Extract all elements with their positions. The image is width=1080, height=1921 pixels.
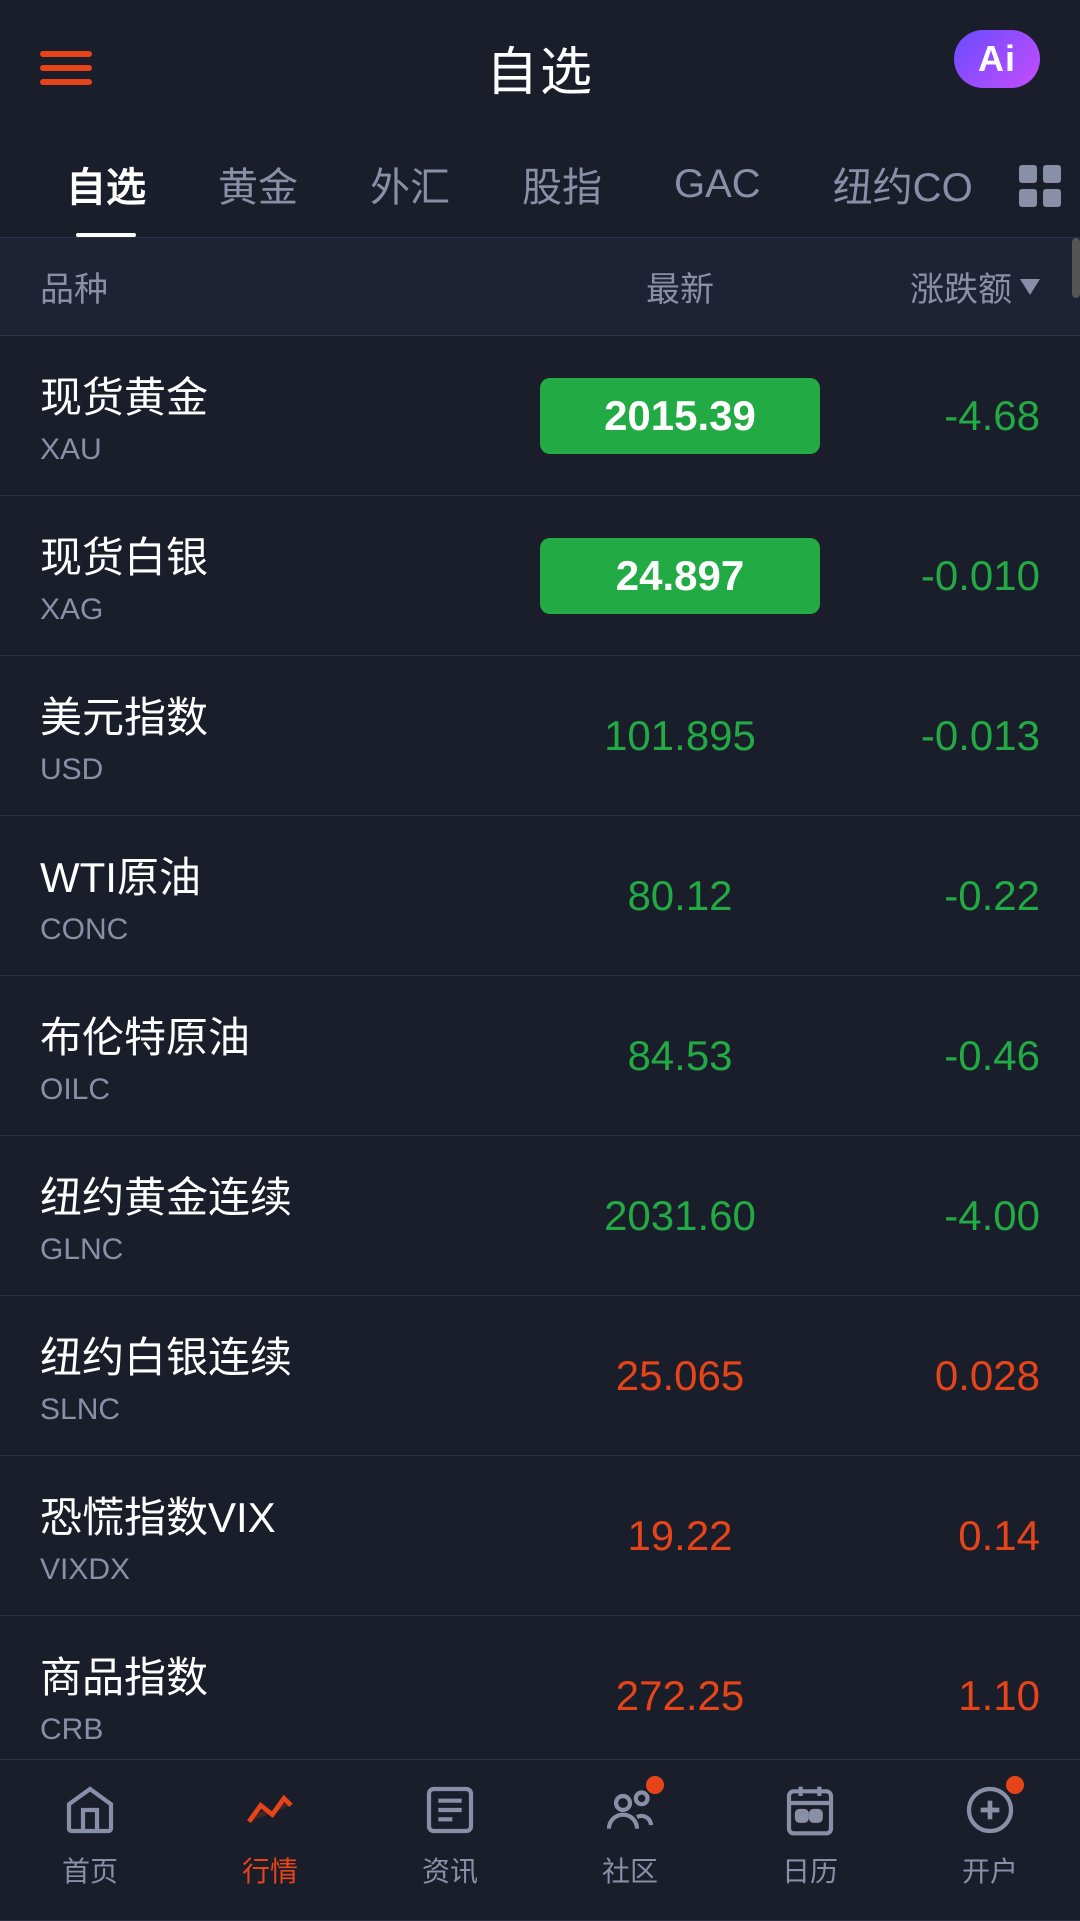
tab-huangjin[interactable]: 黄金 bbox=[182, 135, 334, 237]
col-change-header: 涨跌额 bbox=[820, 262, 1040, 311]
row-name-en: SLNC bbox=[40, 1393, 540, 1427]
tab-zixuan[interactable]: 自选 bbox=[30, 135, 182, 237]
calendar-icon bbox=[780, 1780, 840, 1840]
row-latest: 80.12 bbox=[540, 872, 820, 920]
col-name-header: 品种 bbox=[40, 262, 540, 311]
page-title: 自选 bbox=[486, 30, 594, 105]
nav-item-calendar[interactable]: 日历 bbox=[720, 1780, 900, 1890]
table-row[interactable]: 现货白银 XAG 24.897 -0.010 bbox=[0, 496, 1080, 656]
row-name-en: USD bbox=[40, 753, 540, 787]
menu-button[interactable] bbox=[40, 51, 92, 85]
nav-item-home[interactable]: 首页 bbox=[0, 1780, 180, 1890]
row-change: -0.013 bbox=[820, 712, 1040, 760]
row-name-zh: WTI原油 bbox=[40, 844, 540, 905]
table-row[interactable]: 纽约白银连续 SLNC 25.065 0.028 bbox=[0, 1296, 1080, 1456]
tab-waihui[interactable]: 外汇 bbox=[334, 135, 486, 237]
nav-tabs: 自选 黄金 外汇 股指 GAC 纽约CO bbox=[0, 125, 1080, 238]
row-info: 现货黄金 XAU bbox=[40, 364, 540, 467]
row-name-zh: 美元指数 bbox=[40, 684, 540, 745]
row-latest: 24.897 bbox=[540, 538, 820, 614]
tab-gac[interactable]: GAC bbox=[638, 142, 797, 231]
tab-niuyueco[interactable]: 纽约CO bbox=[797, 135, 1009, 237]
row-name-en: GLNC bbox=[40, 1233, 540, 1267]
row-latest: 84.53 bbox=[540, 1032, 820, 1080]
ai-badge[interactable]: Ai bbox=[954, 30, 1040, 88]
community-badge bbox=[646, 1776, 664, 1794]
table-header: 品种 最新 涨跌额 bbox=[0, 238, 1080, 336]
row-latest: 2031.60 bbox=[540, 1192, 820, 1240]
row-name-en: CRB bbox=[40, 1713, 540, 1747]
table-row[interactable]: 纽约黄金连续 GLNC 2031.60 -4.00 bbox=[0, 1136, 1080, 1296]
calendar-label: 日历 bbox=[782, 1850, 838, 1890]
account-icon bbox=[960, 1780, 1020, 1840]
row-change: 0.028 bbox=[820, 1352, 1040, 1400]
market-label: 行情 bbox=[242, 1850, 298, 1890]
row-latest: 2015.39 bbox=[540, 378, 820, 454]
nav-item-community[interactable]: 社区 bbox=[540, 1780, 720, 1890]
news-label: 资讯 bbox=[422, 1850, 478, 1890]
row-name-zh: 现货白银 bbox=[40, 524, 540, 585]
row-info: 现货白银 XAG bbox=[40, 524, 540, 627]
row-change: -0.46 bbox=[820, 1032, 1040, 1080]
nav-item-news[interactable]: 资讯 bbox=[360, 1780, 540, 1890]
row-info: 商品指数 CRB bbox=[40, 1644, 540, 1747]
row-name-en: VIXDX bbox=[40, 1553, 540, 1587]
row-latest: 25.065 bbox=[540, 1352, 820, 1400]
table-body: 现货黄金 XAU 2015.39 -4.68 现货白银 XAG 24.897 -… bbox=[0, 336, 1080, 1921]
bottom-nav: 首页 行情 资讯 bbox=[0, 1759, 1080, 1920]
row-name-en: XAU bbox=[40, 433, 540, 467]
row-name-en: XAG bbox=[40, 593, 540, 627]
scrollbar[interactable] bbox=[1072, 238, 1080, 298]
community-label: 社区 bbox=[602, 1850, 658, 1890]
table-row[interactable]: 恐慌指数VIX VIXDX 19.22 0.14 bbox=[0, 1456, 1080, 1616]
row-change: 1.10 bbox=[820, 1672, 1040, 1720]
row-info: WTI原油 CONC bbox=[40, 844, 540, 947]
row-name-zh: 纽约白银连续 bbox=[40, 1324, 540, 1385]
home-label: 首页 bbox=[62, 1850, 118, 1890]
row-info: 纽约黄金连续 GLNC bbox=[40, 1164, 540, 1267]
account-badge bbox=[1006, 1776, 1024, 1794]
row-change: -0.22 bbox=[820, 872, 1040, 920]
tab-guzhi[interactable]: 股指 bbox=[486, 135, 638, 237]
row-latest: 19.22 bbox=[540, 1512, 820, 1560]
news-icon bbox=[420, 1780, 480, 1840]
row-change: -0.010 bbox=[820, 552, 1040, 600]
nav-item-account[interactable]: 开户 bbox=[900, 1780, 1080, 1890]
header: 自选 Ai bbox=[0, 0, 1080, 125]
row-latest: 101.895 bbox=[540, 712, 820, 760]
community-icon bbox=[600, 1780, 660, 1840]
row-change: -4.68 bbox=[820, 392, 1040, 440]
table-row[interactable]: WTI原油 CONC 80.12 -0.22 bbox=[0, 816, 1080, 976]
sort-icon[interactable] bbox=[1020, 279, 1040, 295]
row-name-zh: 现货黄金 bbox=[40, 364, 540, 425]
row-info: 美元指数 USD bbox=[40, 684, 540, 787]
table-row[interactable]: 商品指数 CRB 272.25 1.10 bbox=[0, 1616, 1080, 1776]
grid-view-button[interactable] bbox=[1009, 155, 1071, 217]
row-name-en: CONC bbox=[40, 913, 540, 947]
home-icon bbox=[60, 1780, 120, 1840]
table-row[interactable]: 现货黄金 XAU 2015.39 -4.68 bbox=[0, 336, 1080, 496]
row-latest: 272.25 bbox=[540, 1672, 820, 1720]
row-name-zh: 恐慌指数VIX bbox=[40, 1484, 540, 1545]
row-name-zh: 纽约黄金连续 bbox=[40, 1164, 540, 1225]
row-name-zh: 商品指数 bbox=[40, 1644, 540, 1705]
account-label: 开户 bbox=[962, 1850, 1018, 1890]
table-row[interactable]: 布伦特原油 OILC 84.53 -0.46 bbox=[0, 976, 1080, 1136]
row-name-zh: 布伦特原油 bbox=[40, 1004, 540, 1065]
col-latest-header: 最新 bbox=[540, 262, 820, 311]
row-name-en: OILC bbox=[40, 1073, 540, 1107]
chart-icon bbox=[240, 1780, 300, 1840]
row-info: 布伦特原油 OILC bbox=[40, 1004, 540, 1107]
row-change: -4.00 bbox=[820, 1192, 1040, 1240]
row-info: 恐慌指数VIX VIXDX bbox=[40, 1484, 540, 1587]
nav-item-market[interactable]: 行情 bbox=[180, 1780, 360, 1890]
row-info: 纽约白银连续 SLNC bbox=[40, 1324, 540, 1427]
table-row[interactable]: 美元指数 USD 101.895 -0.013 bbox=[0, 656, 1080, 816]
row-change: 0.14 bbox=[820, 1512, 1040, 1560]
